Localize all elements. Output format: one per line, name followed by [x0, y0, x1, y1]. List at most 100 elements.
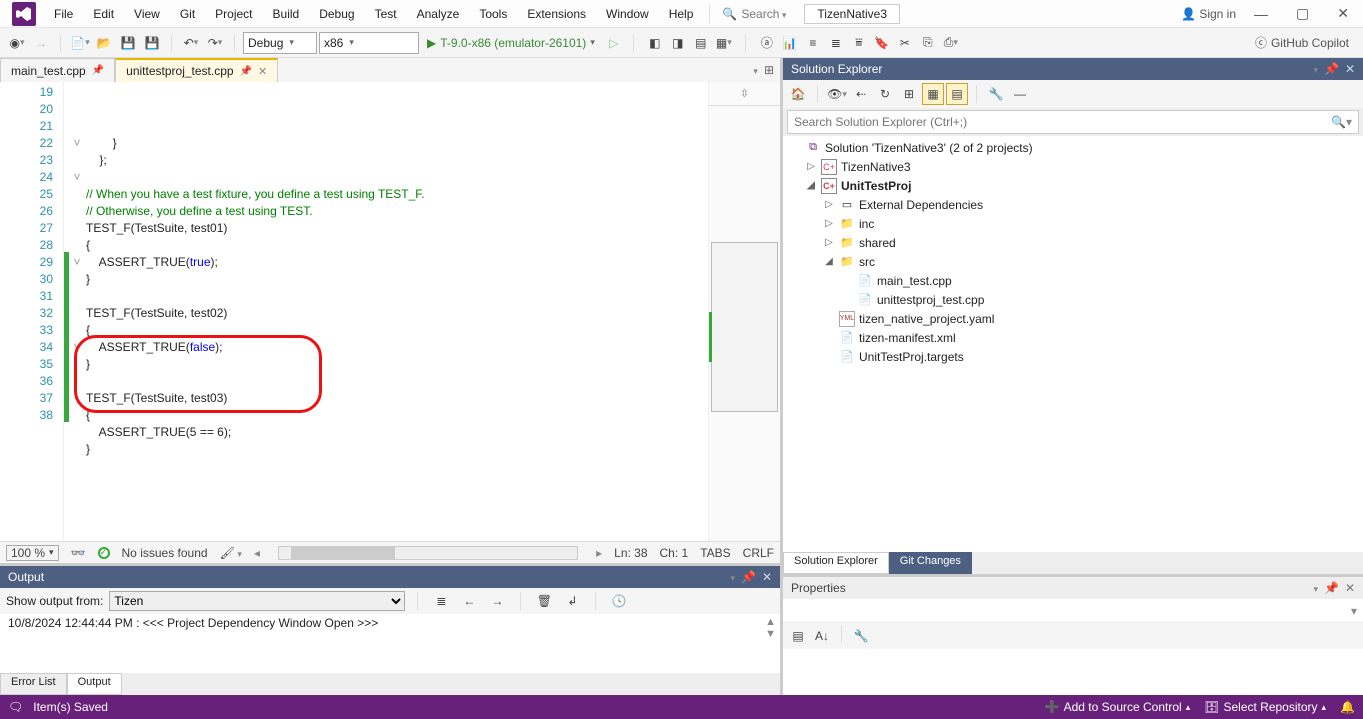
- out-tool-d[interactable]: 🗑: [533, 590, 555, 612]
- redo-icon[interactable]: ↷: [204, 32, 226, 54]
- out-tool-e[interactable]: ↲: [561, 590, 583, 612]
- menu-file[interactable]: File: [44, 5, 83, 23]
- solution-explorer-search[interactable]: 🔍▾: [787, 110, 1359, 134]
- solution-tree[interactable]: ⧉Solution 'TizenNative3' (2 of 2 project…: [783, 136, 1363, 552]
- tab-window-icon[interactable]: ⊞: [764, 63, 774, 77]
- tab-overflow-icon[interactable]: [753, 63, 758, 77]
- tab-solution-explorer[interactable]: Solution Explorer: [783, 552, 889, 574]
- brush-icon[interactable]: 🖌: [220, 546, 242, 560]
- expander-icon[interactable]: ◢: [805, 180, 817, 191]
- code-editor[interactable]: 1920212223242526272829303132333435363738…: [0, 82, 780, 541]
- tool-i[interactable]: ⩸: [848, 32, 870, 54]
- menu-analyze[interactable]: Analyze: [407, 5, 470, 23]
- menu-project[interactable]: Project: [205, 5, 262, 23]
- copilot-button[interactable]: GitHub Copilot: [1271, 36, 1349, 50]
- close-button[interactable]: ✕: [1327, 1, 1359, 26]
- menu-debug[interactable]: Debug: [309, 5, 364, 23]
- menu-help[interactable]: Help: [659, 5, 704, 23]
- select-repository-button[interactable]: 🗄 Select Repository: [1204, 700, 1326, 714]
- close-icon[interactable]: ✕: [258, 65, 267, 78]
- restore-button[interactable]: ▢: [1286, 1, 1319, 26]
- close-icon[interactable]: ✕: [1345, 62, 1355, 76]
- se-showall-icon[interactable]: ▦: [922, 83, 944, 105]
- tool-g[interactable]: ≡: [802, 32, 824, 54]
- glasses-icon[interactable]: 👓: [71, 546, 86, 560]
- tool-d[interactable]: ▦: [713, 32, 735, 54]
- menu-edit[interactable]: Edit: [83, 5, 124, 23]
- out-tool-a[interactable]: ≣: [430, 590, 452, 612]
- tab-main-test[interactable]: main_test.cpp 📌: [0, 58, 115, 82]
- tool-a[interactable]: ◧: [644, 32, 666, 54]
- out-tool-b[interactable]: ←: [458, 590, 480, 612]
- tab-git-changes[interactable]: Git Changes: [889, 552, 972, 574]
- undo-icon[interactable]: ↶: [180, 32, 202, 54]
- tool-m[interactable]: ⎙: [940, 32, 962, 54]
- expander-icon[interactable]: ▷: [823, 199, 835, 210]
- platform-combo[interactable]: x86: [319, 32, 419, 54]
- start-nodbg-icon[interactable]: ▷: [603, 32, 625, 54]
- bell-icon[interactable]: 🔔: [1340, 700, 1355, 714]
- output-source-combo[interactable]: Tizen: [109, 591, 405, 611]
- prop-az-icon[interactable]: A↓: [811, 625, 833, 647]
- se-home-icon[interactable]: 🏠: [787, 83, 809, 105]
- config-combo[interactable]: Debug: [243, 32, 317, 54]
- expander-icon[interactable]: ▷: [805, 161, 817, 172]
- menu-test[interactable]: Test: [365, 5, 407, 23]
- minimap[interactable]: ⇳: [708, 82, 780, 541]
- pin-icon[interactable]: 📌: [1324, 581, 1339, 595]
- chevron-down-icon[interactable]: [730, 570, 735, 584]
- signin[interactable]: 👤 Sign in: [1181, 7, 1236, 21]
- se-views-icon[interactable]: 👁: [826, 83, 848, 105]
- menu-tools[interactable]: Tools: [469, 5, 517, 23]
- se-back-icon[interactable]: ⇠: [850, 83, 872, 105]
- tool-k[interactable]: ✂: [894, 32, 916, 54]
- new-project-icon[interactable]: 📄: [69, 32, 91, 54]
- tool-f[interactable]: 📊: [779, 32, 801, 54]
- se-props-icon[interactable]: 🔧: [985, 83, 1007, 105]
- chevron-down-icon[interactable]: [1313, 62, 1318, 76]
- tool-j[interactable]: 🔖: [871, 32, 893, 54]
- se-preview-icon[interactable]: —: [1009, 83, 1031, 105]
- split-icon[interactable]: ⇳: [709, 82, 780, 106]
- tool-b[interactable]: ◨: [667, 32, 689, 54]
- pin-icon[interactable]: 📌: [1324, 62, 1339, 76]
- se-collapse-icon[interactable]: ▤: [946, 83, 968, 105]
- search-box[interactable]: 🔍Search: [716, 7, 792, 21]
- pin-icon[interactable]: 📌: [240, 66, 252, 77]
- close-icon[interactable]: ✕: [1345, 581, 1355, 595]
- close-icon[interactable]: ✕: [762, 570, 772, 584]
- tool-e[interactable]: ⓐ: [756, 32, 778, 54]
- save-icon[interactable]: 💾: [117, 32, 139, 54]
- tool-c[interactable]: ▤: [690, 32, 712, 54]
- minimize-button[interactable]: —: [1244, 2, 1278, 26]
- expander-icon[interactable]: ▷: [823, 237, 835, 248]
- menu-view[interactable]: View: [124, 5, 170, 23]
- prop-cat-icon[interactable]: ▤: [787, 625, 809, 647]
- out-tool-clock[interactable]: 🕓: [608, 590, 630, 612]
- menu-window[interactable]: Window: [596, 5, 659, 23]
- tab-output[interactable]: Output: [67, 673, 122, 695]
- chevron-down-icon[interactable]: [1313, 581, 1318, 595]
- open-icon[interactable]: 📂: [93, 32, 115, 54]
- out-tool-c[interactable]: →: [486, 590, 508, 612]
- nav-back-icon[interactable]: ◉: [6, 32, 28, 54]
- hscrollbar[interactable]: [278, 546, 578, 560]
- menu-build[interactable]: Build: [263, 5, 310, 23]
- pin-icon[interactable]: 📌: [92, 65, 104, 76]
- save-all-icon[interactable]: 💾: [141, 32, 163, 54]
- expander-icon[interactable]: ◢: [823, 256, 835, 267]
- tab-error-list[interactable]: Error List: [0, 673, 67, 695]
- se-sync-icon[interactable]: ↻: [874, 83, 896, 105]
- prop-wrench-icon[interactable]: 🔧: [850, 625, 872, 647]
- tool-l[interactable]: ⎘: [917, 32, 939, 54]
- tab-unittestproj[interactable]: unittestproj_test.cpp 📌 ✕: [115, 58, 278, 82]
- menu-git[interactable]: Git: [170, 5, 205, 23]
- zoom-combo[interactable]: 100 %: [6, 545, 59, 561]
- se-search-input[interactable]: [794, 115, 1331, 129]
- solution-name-tab[interactable]: TizenNative3: [804, 4, 900, 24]
- se-filter-icon[interactable]: ⊞: [898, 83, 920, 105]
- pin-icon[interactable]: 📌: [741, 570, 756, 584]
- nav-fwd-icon[interactable]: →: [30, 32, 52, 54]
- start-debug-button[interactable]: T-9.0-x86 (emulator-26101): [421, 36, 601, 50]
- expander-icon[interactable]: ▷: [823, 218, 835, 229]
